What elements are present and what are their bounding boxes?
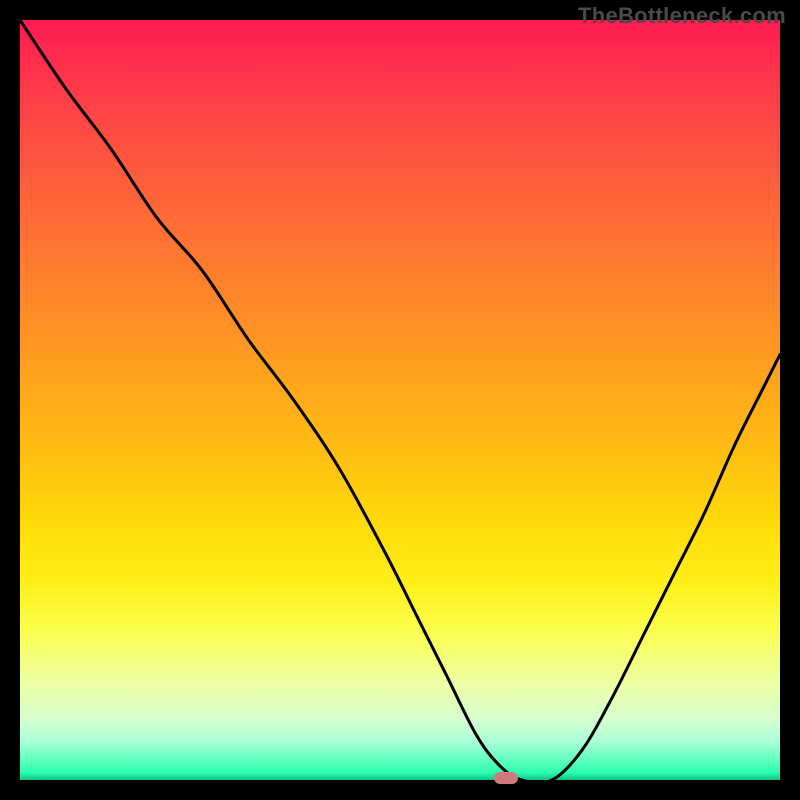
minimum-marker — [494, 772, 518, 784]
chart-container: TheBottleneck.com — [0, 0, 800, 800]
watermark-label: TheBottleneck.com — [578, 3, 786, 29]
bottleneck-curve — [20, 20, 780, 780]
plot-area — [20, 20, 780, 780]
